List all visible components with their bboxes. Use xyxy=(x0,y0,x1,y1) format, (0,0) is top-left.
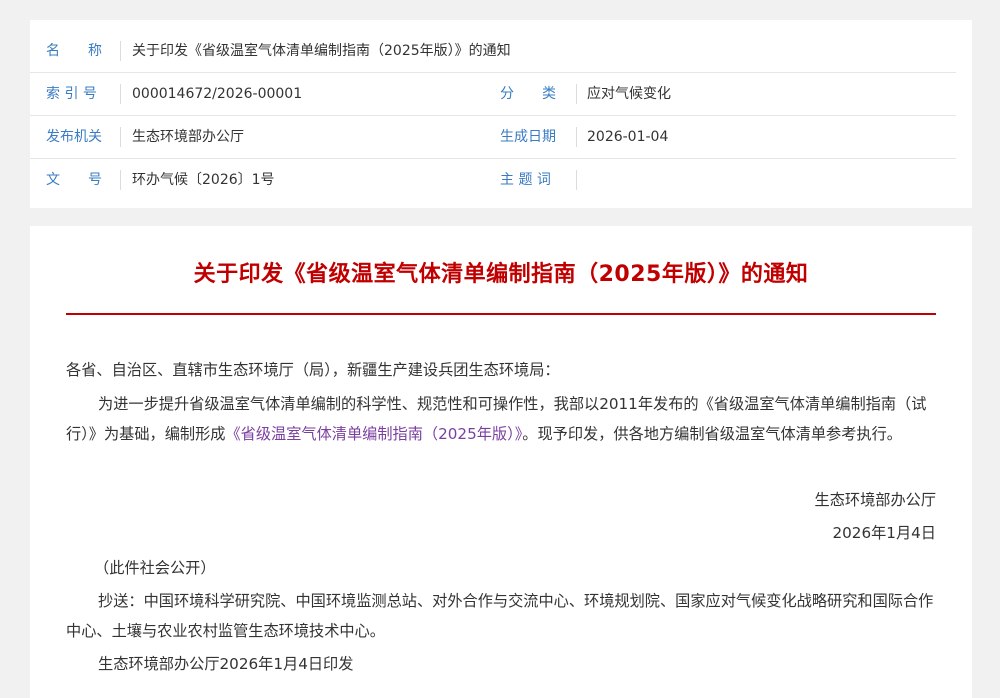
salutation: 各省、自治区、直辖市生态环境厅（局），新疆生产建设兵团生态环境局： xyxy=(66,361,560,379)
meta-row-index: 索 引 号 000014672/2026-00001 分 类 应对气候变化 xyxy=(30,73,956,116)
issuer-value: 生态环境部办公厅 xyxy=(132,129,244,145)
meta-row-docno: 文 号 环办气候〔2026〕1号 主 题 词 xyxy=(30,159,956,201)
signature-date: 2026年1月4日 xyxy=(832,524,936,542)
divider xyxy=(576,170,577,190)
docno-label: 文 号 xyxy=(46,172,102,188)
metadata-panel: 名 称 关于印发《省级温室气体清单编制指南（2025年版）》的通知 索 引 号 … xyxy=(30,20,972,208)
topic-label: 主 题 词 xyxy=(500,172,551,188)
meta-row-name: 名 称 关于印发《省级温室气体清单编制指南（2025年版）》的通知 xyxy=(30,30,956,73)
date-value: 2026-01-04 xyxy=(587,129,669,145)
divider xyxy=(576,127,577,147)
public-note: （此件社会公开） xyxy=(94,559,216,577)
date-label: 生成日期 xyxy=(500,129,556,145)
divider xyxy=(120,170,121,190)
name-label: 名 称 xyxy=(46,43,102,59)
index-value: 000014672/2026-00001 xyxy=(132,86,303,102)
category-label: 分 类 xyxy=(500,86,556,102)
cc-list: 抄送：中国环境科学研究院、中国环境监测总站、对外合作与交流中心、环境规划院、国家… xyxy=(66,592,934,640)
title-rule xyxy=(66,313,936,315)
divider xyxy=(120,41,121,61)
category-value: 应对气候变化 xyxy=(587,86,671,102)
guide-link[interactable]: 《省级温室气体清单编制指南（2025年版）》 xyxy=(225,425,522,443)
body-paragraph: 为进一步提升省级温室气体清单编制的科学性、规范性和可操作性，我部以2011年发布… xyxy=(66,389,936,449)
print-note: 生态环境部办公厅2026年1月4日印发 xyxy=(98,655,354,673)
divider xyxy=(120,84,121,104)
index-label: 索 引 号 xyxy=(46,86,97,102)
body-text-after: 。现予印发，供各地方编制省级温室气体清单参考执行。 xyxy=(522,425,902,443)
divider xyxy=(576,84,577,104)
signature-org: 生态环境部办公厅 xyxy=(814,491,937,509)
meta-row-issuer: 发布机关 生态环境部办公厅 生成日期 2026-01-04 xyxy=(30,116,956,159)
name-value: 关于印发《省级温室气体清单编制指南（2025年版）》的通知 xyxy=(132,43,511,59)
docno-value: 环办气候〔2026〕1号 xyxy=(132,172,275,188)
document-body: 关于印发《省级温室气体清单编制指南（2025年版）》的通知 各省、自治区、直辖市… xyxy=(30,226,972,698)
document-title: 关于印发《省级温室气体清单编制指南（2025年版）》的通知 xyxy=(193,262,809,287)
divider xyxy=(120,127,121,147)
issuer-label: 发布机关 xyxy=(46,129,102,145)
